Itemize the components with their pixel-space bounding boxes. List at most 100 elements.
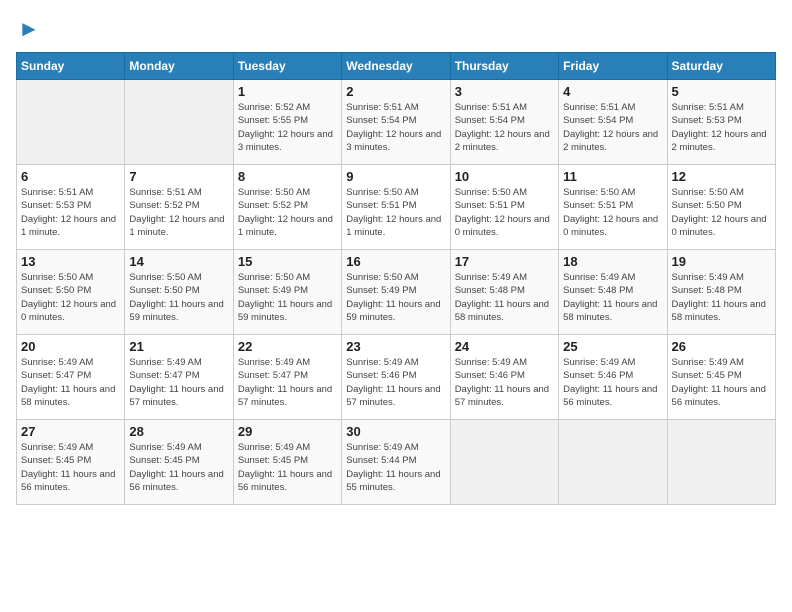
calendar-cell: 16 Sunrise: 5:50 AMSunset: 5:49 PMDayligh… xyxy=(342,250,450,335)
calendar-cell: 25 Sunrise: 5:49 AMSunset: 5:46 PMDayligh… xyxy=(559,335,667,420)
day-info: Sunrise: 5:50 AMSunset: 5:50 PMDaylight:… xyxy=(129,271,228,324)
calendar-week-row: 20 Sunrise: 5:49 AMSunset: 5:47 PMDayligh… xyxy=(17,335,776,420)
calendar-cell: 6 Sunrise: 5:51 AMSunset: 5:53 PMDaylight… xyxy=(17,165,125,250)
day-number: 27 xyxy=(21,424,120,439)
calendar-cell xyxy=(17,80,125,165)
logo-arrow-icon: ► xyxy=(18,16,40,42)
weekday-header-tuesday: Tuesday xyxy=(233,53,341,80)
calendar-cell xyxy=(125,80,233,165)
calendar-week-row: 13Sunrise: 5:50 AMSunset: 5:50 PMDayligh… xyxy=(17,250,776,335)
calendar-cell xyxy=(450,420,558,505)
day-number: 23 xyxy=(346,339,445,354)
day-number: 12 xyxy=(672,169,771,184)
calendar-cell: 24 Sunrise: 5:49 AMSunset: 5:46 PMDayligh… xyxy=(450,335,558,420)
calendar-cell: 18 Sunrise: 5:49 AMSunset: 5:48 PMDayligh… xyxy=(559,250,667,335)
calendar-cell xyxy=(667,420,775,505)
day-number: 28 xyxy=(129,424,228,439)
day-info: Sunrise: 5:51 AMSunset: 5:54 PMDaylight:… xyxy=(346,101,445,154)
calendar-cell: 3 Sunrise: 5:51 AMSunset: 5:54 PMDaylight… xyxy=(450,80,558,165)
calendar-cell: 28 Sunrise: 5:49 AMSunset: 5:45 PMDayligh… xyxy=(125,420,233,505)
day-number: 21 xyxy=(129,339,228,354)
day-number: 24 xyxy=(455,339,554,354)
calendar-cell: 27 Sunrise: 5:49 AMSunset: 5:45 PMDayligh… xyxy=(17,420,125,505)
weekday-header-row: SundayMondayTuesdayWednesdayThursdayFrid… xyxy=(17,53,776,80)
day-number: 14 xyxy=(129,254,228,269)
calendar-cell: 1 Sunrise: 5:52 AMSunset: 5:55 PMDaylight… xyxy=(233,80,341,165)
day-number: 26 xyxy=(672,339,771,354)
day-info: Sunrise: 5:49 AMSunset: 5:47 PMDaylight:… xyxy=(238,356,337,409)
weekday-header-thursday: Thursday xyxy=(450,53,558,80)
day-number: 2 xyxy=(346,84,445,99)
calendar-cell: 10Sunrise: 5:50 AMSunset: 5:51 PMDayligh… xyxy=(450,165,558,250)
day-info: Sunrise: 5:49 AMSunset: 5:45 PMDaylight:… xyxy=(21,441,120,494)
calendar-cell: 30Sunrise: 5:49 AMSunset: 5:44 PMDayligh… xyxy=(342,420,450,505)
day-number: 29 xyxy=(238,424,337,439)
day-number: 3 xyxy=(455,84,554,99)
day-info: Sunrise: 5:51 AMSunset: 5:54 PMDaylight:… xyxy=(455,101,554,154)
day-info: Sunrise: 5:49 AMSunset: 5:48 PMDaylight:… xyxy=(563,271,662,324)
day-number: 6 xyxy=(21,169,120,184)
day-number: 16 xyxy=(346,254,445,269)
day-info: Sunrise: 5:49 AMSunset: 5:46 PMDaylight:… xyxy=(346,356,445,409)
day-info: Sunrise: 5:49 AMSunset: 5:48 PMDaylight:… xyxy=(672,271,771,324)
weekday-header-saturday: Saturday xyxy=(667,53,775,80)
day-info: Sunrise: 5:50 AMSunset: 5:50 PMDaylight:… xyxy=(21,271,120,324)
calendar-cell: 19 Sunrise: 5:49 AMSunset: 5:48 PMDayligh… xyxy=(667,250,775,335)
calendar-cell: 5Sunrise: 5:51 AMSunset: 5:53 PMDaylight… xyxy=(667,80,775,165)
day-number: 7 xyxy=(129,169,228,184)
day-number: 9 xyxy=(346,169,445,184)
calendar-cell: 4Sunrise: 5:51 AMSunset: 5:54 PMDaylight… xyxy=(559,80,667,165)
weekday-header-wednesday: Wednesday xyxy=(342,53,450,80)
day-number: 25 xyxy=(563,339,662,354)
day-info: Sunrise: 5:50 AMSunset: 5:49 PMDaylight:… xyxy=(238,271,337,324)
calendar-cell: 12 Sunrise: 5:50 AMSunset: 5:50 PMDayligh… xyxy=(667,165,775,250)
calendar-cell xyxy=(559,420,667,505)
calendar-cell: 9 Sunrise: 5:50 AMSunset: 5:51 PMDaylight… xyxy=(342,165,450,250)
day-info: Sunrise: 5:49 AMSunset: 5:47 PMDaylight:… xyxy=(21,356,120,409)
calendar-cell: 2 Sunrise: 5:51 AMSunset: 5:54 PMDaylight… xyxy=(342,80,450,165)
day-number: 8 xyxy=(238,169,337,184)
day-number: 5 xyxy=(672,84,771,99)
weekday-header-sunday: Sunday xyxy=(17,53,125,80)
day-info: Sunrise: 5:50 AMSunset: 5:50 PMDaylight:… xyxy=(672,186,771,239)
day-info: Sunrise: 5:50 AMSunset: 5:52 PMDaylight:… xyxy=(238,186,337,239)
calendar-cell: 21 Sunrise: 5:49 AMSunset: 5:47 PMDayligh… xyxy=(125,335,233,420)
calendar-cell: 20 Sunrise: 5:49 AMSunset: 5:47 PMDayligh… xyxy=(17,335,125,420)
calendar-week-row: 27 Sunrise: 5:49 AMSunset: 5:45 PMDayligh… xyxy=(17,420,776,505)
day-info: Sunrise: 5:51 AMSunset: 5:53 PMDaylight:… xyxy=(21,186,120,239)
calendar-cell: 11 Sunrise: 5:50 AMSunset: 5:51 PMDayligh… xyxy=(559,165,667,250)
calendar-cell: 8 Sunrise: 5:50 AMSunset: 5:52 PMDaylight… xyxy=(233,165,341,250)
day-info: Sunrise: 5:49 AMSunset: 5:45 PMDaylight:… xyxy=(129,441,228,494)
calendar-cell: 29 Sunrise: 5:49 AMSunset: 5:45 PMDayligh… xyxy=(233,420,341,505)
calendar-cell: 26 Sunrise: 5:49 AMSunset: 5:45 PMDayligh… xyxy=(667,335,775,420)
weekday-header-friday: Friday xyxy=(559,53,667,80)
day-info: Sunrise: 5:50 AMSunset: 5:51 PMDaylight:… xyxy=(346,186,445,239)
weekday-header-monday: Monday xyxy=(125,53,233,80)
day-info: Sunrise: 5:49 AMSunset: 5:46 PMDaylight:… xyxy=(455,356,554,409)
day-info: Sunrise: 5:49 AMSunset: 5:48 PMDaylight:… xyxy=(455,271,554,324)
day-info: Sunrise: 5:49 AMSunset: 5:45 PMDaylight:… xyxy=(238,441,337,494)
logo: ► xyxy=(16,16,40,42)
day-number: 19 xyxy=(672,254,771,269)
calendar-cell: 13Sunrise: 5:50 AMSunset: 5:50 PMDayligh… xyxy=(17,250,125,335)
header: ► xyxy=(16,16,776,42)
calendar-week-row: 6 Sunrise: 5:51 AMSunset: 5:53 PMDaylight… xyxy=(17,165,776,250)
day-info: Sunrise: 5:49 AMSunset: 5:46 PMDaylight:… xyxy=(563,356,662,409)
day-info: Sunrise: 5:49 AMSunset: 5:45 PMDaylight:… xyxy=(672,356,771,409)
day-number: 18 xyxy=(563,254,662,269)
calendar-table: SundayMondayTuesdayWednesdayThursdayFrid… xyxy=(16,52,776,505)
day-info: Sunrise: 5:51 AMSunset: 5:52 PMDaylight:… xyxy=(129,186,228,239)
day-number: 15 xyxy=(238,254,337,269)
day-info: Sunrise: 5:52 AMSunset: 5:55 PMDaylight:… xyxy=(238,101,337,154)
day-number: 11 xyxy=(563,169,662,184)
day-info: Sunrise: 5:50 AMSunset: 5:51 PMDaylight:… xyxy=(563,186,662,239)
calendar-cell: 17Sunrise: 5:49 AMSunset: 5:48 PMDayligh… xyxy=(450,250,558,335)
day-info: Sunrise: 5:51 AMSunset: 5:54 PMDaylight:… xyxy=(563,101,662,154)
calendar-cell: 22 Sunrise: 5:49 AMSunset: 5:47 PMDayligh… xyxy=(233,335,341,420)
day-number: 22 xyxy=(238,339,337,354)
day-info: Sunrise: 5:50 AMSunset: 5:49 PMDaylight:… xyxy=(346,271,445,324)
day-info: Sunrise: 5:49 AMSunset: 5:44 PMDaylight:… xyxy=(346,441,445,494)
day-number: 1 xyxy=(238,84,337,99)
day-number: 20 xyxy=(21,339,120,354)
day-info: Sunrise: 5:49 AMSunset: 5:47 PMDaylight:… xyxy=(129,356,228,409)
